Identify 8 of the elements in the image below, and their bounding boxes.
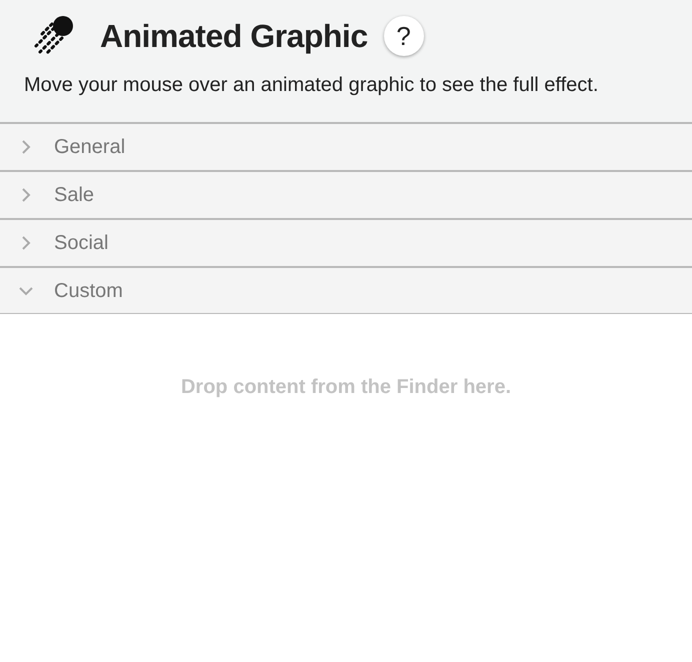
section-header[interactable]: Custom [0, 266, 692, 314]
drop-hint: Drop content from the Finder here. [180, 375, 512, 400]
section-header[interactable]: Sale [0, 170, 692, 218]
window-title: Animated Graphic [100, 16, 368, 56]
section-header[interactable]: General [0, 122, 692, 170]
section-header[interactable]: Social [0, 218, 692, 266]
help-button[interactable]: ? [384, 16, 424, 56]
description-text: Move your mouse over an animated graphic to see the full effect. [24, 73, 600, 98]
